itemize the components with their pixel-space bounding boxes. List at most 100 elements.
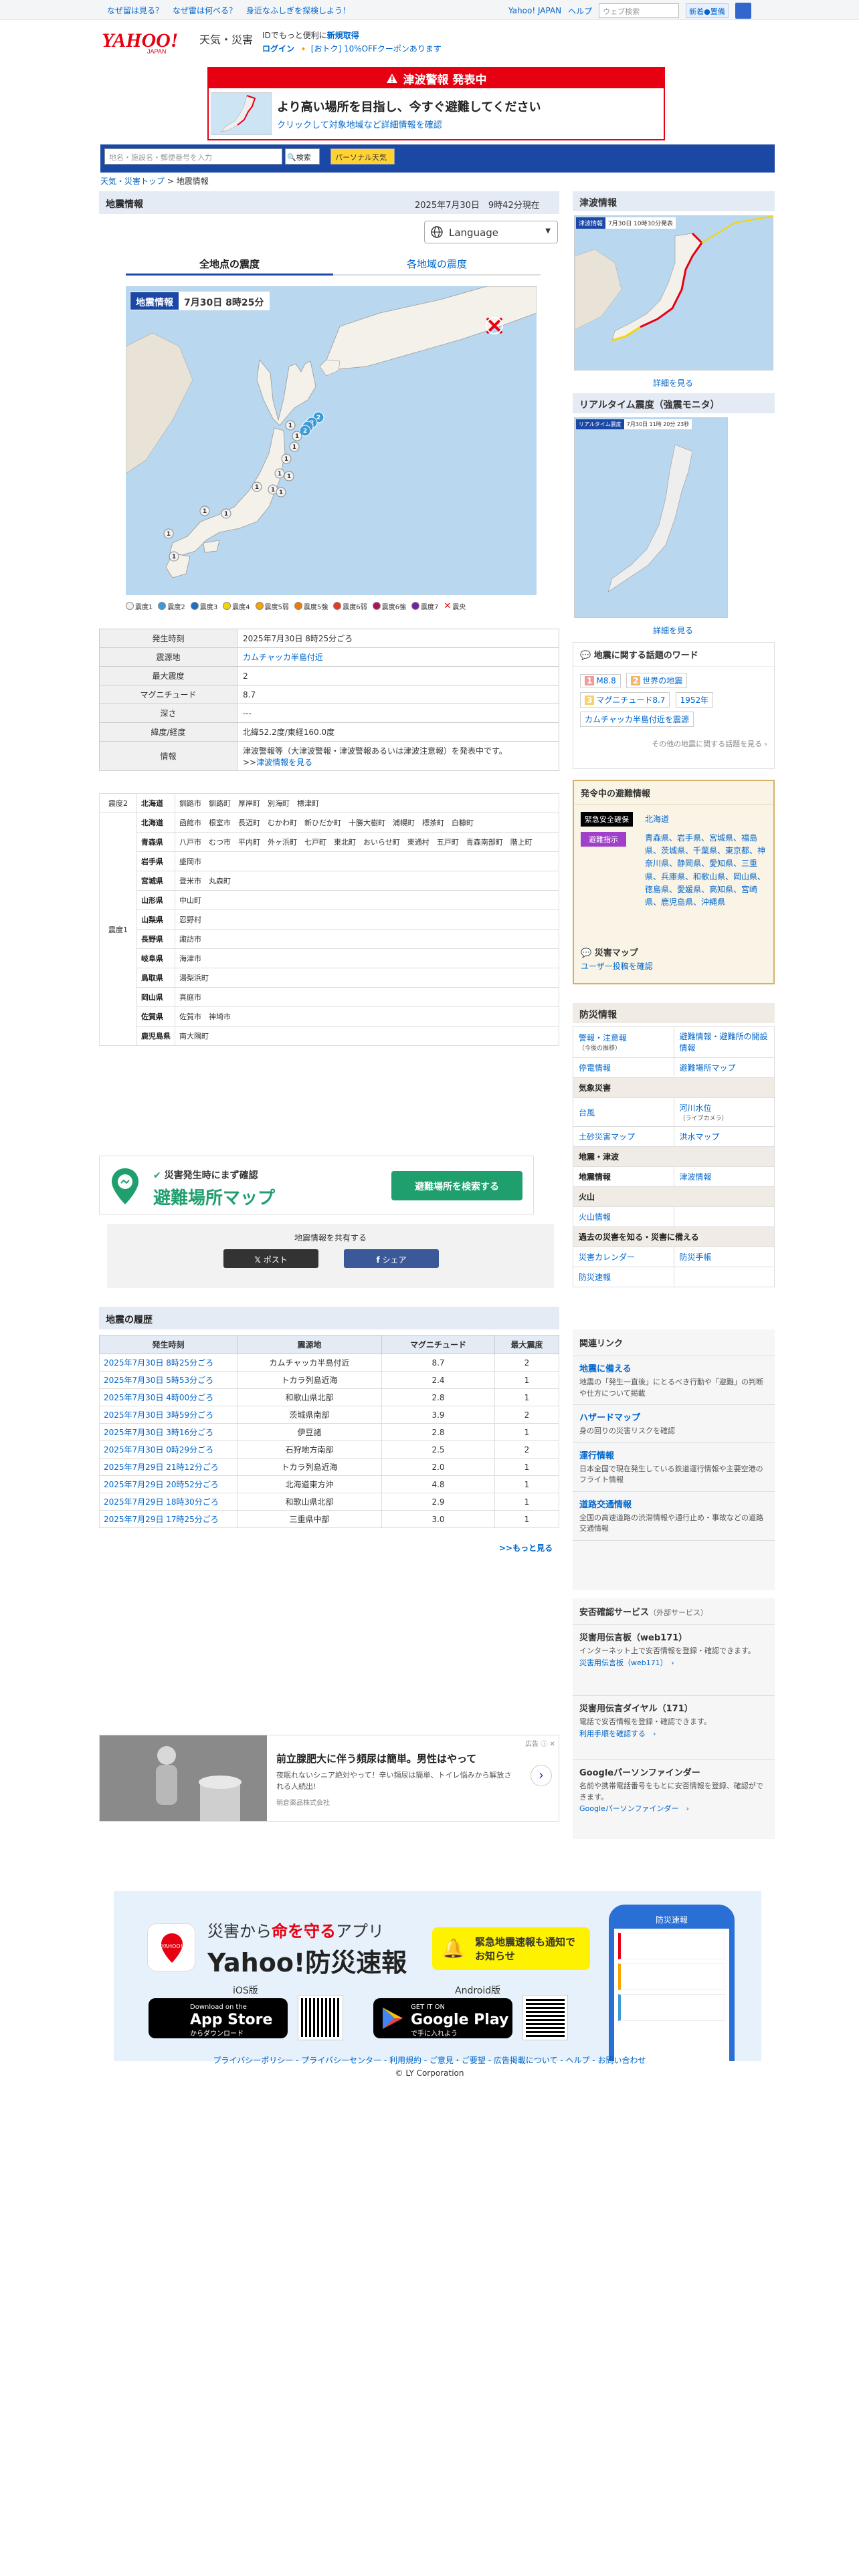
help-link[interactable]: ヘルプ	[568, 5, 592, 17]
epicenter-link[interactable]: カムチャッカ半島付近	[243, 653, 323, 662]
ad-sponsor: 朝倉薬品株式会社	[276, 1800, 330, 1807]
yahoo-japan-logo[interactable]: YAHOO! JAPAN	[102, 28, 198, 55]
user-posts-link[interactable]: ユーザー投稿を確認	[581, 960, 653, 972]
facebook-share-button[interactable]: f シェア	[344, 1249, 439, 1268]
app-store-button[interactable]: Download on the App Store からダウンロード	[149, 1998, 288, 2038]
related-link[interactable]: 地震に備える 地震の「発生一直後」にとるべき行動や「避難」の判断や仕方について掲載	[573, 1356, 775, 1405]
disaster-category: 気象災害	[573, 1077, 775, 1098]
new-id-link[interactable]: 新規取得	[327, 31, 359, 40]
breadcrumb-top[interactable]: 天気・災害トップ	[100, 177, 165, 186]
disaster-link[interactable]: 災害カレンダー	[573, 1247, 674, 1267]
yahoo-japan-link[interactable]: Yahoo! JAPAN	[508, 6, 561, 15]
trending-word[interactable]: 1 M8.8	[580, 674, 621, 687]
disaster-link[interactable]: 洪水マップ	[673, 1126, 775, 1147]
google-play-button[interactable]: GET IT ON Google Play で手に入れよう	[373, 1998, 512, 2038]
safety-service-link[interactable]: 災害用伝言板（web171） ›	[579, 1658, 674, 1667]
ad-description: 夜眠れないシニア絶対やって！辛い頻尿は簡単、トイレ悩みから解放される人続出!	[276, 1771, 512, 1791]
trending-word[interactable]: 3 マグニチュード8.7	[580, 692, 670, 708]
disaster-link[interactable]: 避難場所マップ	[673, 1057, 775, 1078]
safety-check-box: 安否確認サービス（外部サービス） 災害用伝言板（web171） インターネット上で…	[573, 1598, 775, 1839]
location-search-input[interactable]: 地名・施設名・郵便番号を入力	[104, 148, 282, 165]
table-row: 過去の災害を知る・災害に備える	[573, 1226, 775, 1247]
history-time-link[interactable]: 2025年7月30日 3時16分ごろ	[104, 1428, 213, 1437]
disaster-link[interactable]: 地震情報	[573, 1166, 674, 1187]
language-select[interactable]: Language ▼	[424, 221, 558, 243]
facebook-share-label: シェア	[382, 1255, 407, 1265]
evacuation-order-regions[interactable]: 青森県、岩手県、宮城県、福島県、茨城県、千葉県、東京都、神奈川県、静岡県、愛知県…	[645, 832, 769, 909]
history-time-link[interactable]: 2025年7月30日 5時53分ごろ	[104, 1376, 213, 1385]
history-time-link[interactable]: 2025年7月29日 21時12分ごろ	[104, 1463, 219, 1472]
tab-all-points[interactable]: 全地点の震度	[126, 251, 333, 276]
related-link[interactable]: ハザードマップ 身の回りの災害リスクを確認	[573, 1405, 775, 1443]
prefecture: 岡山県	[136, 987, 175, 1007]
history-time-link[interactable]: 2025年7月30日 3時59分ごろ	[104, 1410, 213, 1420]
related-link[interactable]: 道路交通情報 全国の高速道路の渋滞情報や通行止め・事故などの道路交通情報	[573, 1492, 775, 1541]
trending-word[interactable]: 1952年	[675, 692, 714, 708]
info-icon[interactable]: ⓘ	[541, 1741, 547, 1748]
tsunami-info-link[interactable]: 津波情報を見る	[256, 758, 312, 767]
history-time-link[interactable]: 2025年7月29日 17時25分ごろ	[104, 1515, 219, 1524]
emergency-region-link[interactable]: 北海道	[645, 813, 669, 825]
prefecture: 宮城県	[136, 871, 175, 891]
history-more-link[interactable]: >>もっと見る	[499, 1542, 553, 1553]
close-icon[interactable]: ✕	[549, 1741, 555, 1748]
trending-words-header: 💬 地震に関する話題のワード	[573, 643, 774, 667]
trending-word[interactable]: カムチャッカ半島付近を震源	[580, 712, 694, 727]
related-link-title[interactable]: 道路交通情報	[579, 1497, 768, 1510]
disaster-link[interactable]: 防災速報	[573, 1267, 674, 1287]
related-link-title[interactable]: 地震に備える	[579, 1362, 768, 1374]
history-time-link[interactable]: 2025年7月30日 0時29分ごろ	[104, 1445, 213, 1455]
x-post-button[interactable]: 𝕏 ポスト	[223, 1249, 318, 1268]
history-time-link[interactable]: 2025年7月29日 20時52分ごろ	[104, 1480, 219, 1489]
realtime-detail-link[interactable]: 詳細を見る	[653, 625, 693, 636]
disaster-link[interactable]: 防災手帳	[673, 1247, 775, 1267]
map-banner-sub: ✔ 災害発生時にまず確認	[153, 1168, 258, 1182]
trending-word[interactable]: 2 世界の地震	[626, 673, 688, 688]
earthquake-intensity-map[interactable]: 2 2 2 1 1 1 1 1 1 1 1 1 1 1 1 1 地震情報 7月3…	[126, 286, 537, 595]
history-time-link[interactable]: 2025年7月29日 18時30分ごろ	[104, 1497, 219, 1507]
personal-weather-button[interactable]: パーソナル天気	[330, 148, 395, 165]
map-pin-icon	[112, 1168, 138, 1204]
ad-banner[interactable]: 前立腺肥大に伴う頻尿は簡単。男性はやって 夜眠れないシニア絶対やって！辛い頻尿は…	[99, 1735, 559, 1822]
related-link-title[interactable]: 運行情報	[579, 1448, 768, 1461]
evacuation-map-banner[interactable]: ✔ 災害発生時にまず確認 避難場所マップ 避難場所を検索する	[99, 1156, 534, 1214]
footer-links[interactable]: プライバシーポリシー - プライバシーセンター - 利用規約 - ご意見・ご要望…	[0, 2054, 859, 2066]
notification-button[interactable]: 新着●置備	[686, 3, 729, 18]
alert-detail-link[interactable]: クリックして対象地域など詳細情報を確認	[277, 118, 442, 130]
login-link[interactable]: ログイン	[262, 44, 294, 53]
tsunami-map[interactable]: 津波情報 7月30日 10時30分発表	[574, 215, 773, 370]
disaster-link[interactable]: 避難情報・避難所の開設情報	[673, 1026, 775, 1058]
disaster-link[interactable]: 停電情報	[573, 1057, 674, 1078]
history-time-link[interactable]: 2025年7月30日 8時25分ごろ	[104, 1358, 213, 1368]
table-row: 火山情報	[573, 1206, 775, 1227]
disaster-link[interactable]: 土砂災害マップ	[573, 1126, 674, 1147]
disaster-link[interactable]: 台風	[573, 1097, 674, 1127]
realtime-monitor-map[interactable]: リアルタイム震度 7月30日 11時 20分 23秒	[574, 417, 728, 618]
disaster-link[interactable]: 河川水位 （ライブカメラ）	[673, 1097, 775, 1127]
top-link-3[interactable]: 身近なふしぎを探検しよう！	[246, 5, 351, 16]
app-promo-banner[interactable]: YAHOO! 災害から命を守るアプリ Yahoo!防災速報 🔔 緊急地震速報も通知…	[114, 1891, 761, 2061]
safety-service-link[interactable]: 利用手順を確認する ›	[579, 1729, 656, 1738]
safety-service-link[interactable]: Googleパーソンファインダー ›	[579, 1804, 689, 1813]
search-evacuation-button[interactable]: 避難場所を検索する	[391, 1171, 522, 1200]
disaster-link[interactable]: 火山情報	[573, 1206, 674, 1227]
tsunami-alert-banner[interactable]: 津波警報 発表中 より高い場所を目指し、今すぐ避難してください クリックして対象…	[207, 67, 665, 140]
emergency-safety-badge: 緊急安全確保	[581, 812, 633, 827]
web-search-input[interactable]: ウェブ検索	[599, 3, 680, 18]
tab-regions[interactable]: 各地域の震度	[333, 251, 541, 276]
disaster-link[interactable]: 警報・注意報 （今後の推移）	[573, 1026, 674, 1058]
trending-more-link[interactable]: その他の地震に関する話題を見る ›	[573, 733, 774, 754]
safety-check-header: 安否確認サービス（外部サービス）	[573, 1598, 775, 1625]
disaster-link	[673, 1267, 775, 1287]
tsunami-detail-link[interactable]: 詳細を見る	[653, 377, 693, 389]
related-link-title[interactable]: ハザードマップ	[579, 1410, 768, 1423]
location-search-button[interactable]: 🔍検索	[285, 148, 320, 165]
top-link-2[interactable]: なぜ雷は何べる？	[173, 5, 237, 16]
disaster-link[interactable]: 津波情報	[673, 1166, 775, 1187]
history-time-link[interactable]: 2025年7月30日 4時00分ごろ	[104, 1393, 213, 1402]
search-icon[interactable]	[735, 3, 751, 19]
top-link-1[interactable]: なぜ留は見る？	[107, 5, 163, 16]
ad-next-chevron-icon[interactable]: ›	[531, 1765, 552, 1786]
coupon-text[interactable]: [おトク] 10%OFFクーポンあります	[311, 44, 442, 53]
related-link[interactable]: 運行情報 日本全国で現在発生している鉄道運行情報や主要空港のフライト情報	[573, 1443, 775, 1492]
